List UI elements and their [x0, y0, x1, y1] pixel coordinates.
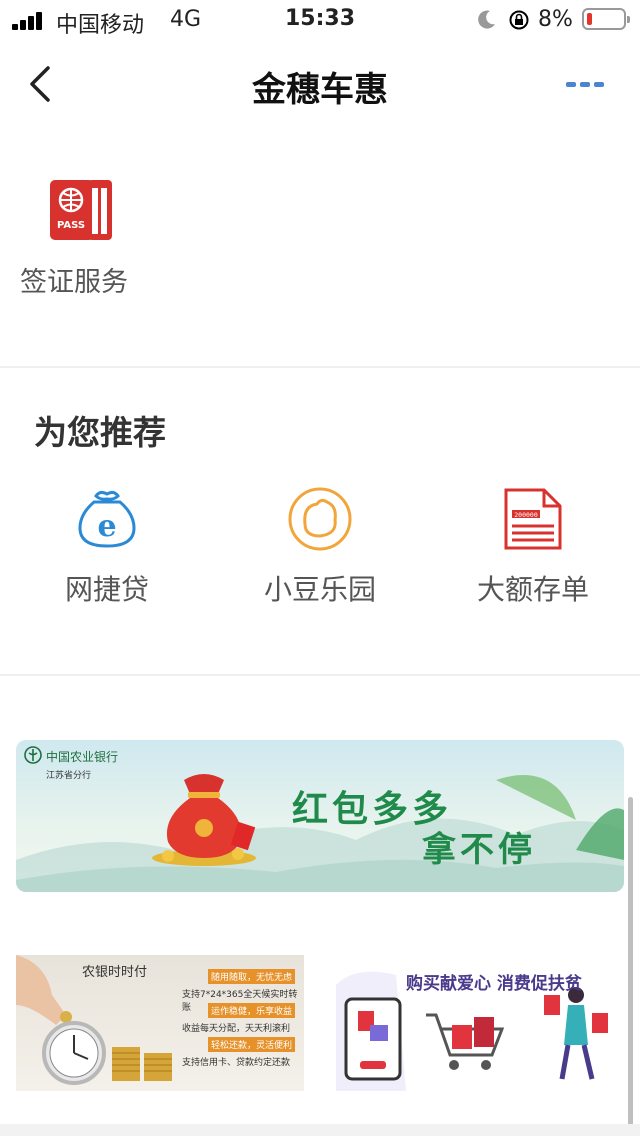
recommend-label: 大额存单 — [476, 573, 589, 606]
battery-percent: 8% — [538, 7, 573, 32]
nav-bar: 金穗车惠 — [0, 42, 640, 126]
banner-line2: 拿不停 — [422, 830, 536, 870]
red-bag-icon — [152, 774, 256, 866]
promo-sub: 收益每天分配，天天利滚利 — [182, 1024, 291, 1034]
visa-service-label: 签证服务 — [20, 267, 128, 298]
svg-text:PASS: PASS — [57, 220, 85, 231]
svg-text:200000: 200000 — [514, 511, 538, 519]
promo-banner-shishifu[interactable]: 农银时时付 随用随取，无忧无虑 支持7*24*365全天候实时转账 运作稳健，乐… — [16, 955, 304, 1091]
bottom-strip — [0, 1124, 640, 1136]
bank-name: 中国农业银行 — [46, 750, 119, 764]
moon-icon — [478, 10, 495, 29]
scrollbar[interactable] — [628, 797, 633, 1127]
bank-branch: 江苏省分行 — [46, 771, 92, 781]
page-title: 金穗车惠 — [252, 70, 388, 110]
bean-circle-icon — [288, 487, 352, 551]
bank-logo-icon — [24, 746, 42, 764]
recommend-label: 小豆乐园 — [263, 573, 376, 606]
recommend-item-deposit[interactable]: 200000 大额存单 — [448, 486, 618, 616]
visa-service-item[interactable]: PASS 签证服务 — [16, 176, 146, 306]
recommend-label: 网捷贷 — [64, 573, 149, 606]
promo-banner-hongbao[interactable]: 中国农业银行 江苏省分行 红包多多 拿不停 — [16, 740, 624, 892]
svg-text:e: e — [97, 509, 116, 544]
rotation-lock-icon — [509, 10, 529, 30]
certificate-icon: 200000 — [504, 488, 562, 550]
more-menu-button[interactable] — [560, 74, 610, 94]
promo-tag: 运作稳健，乐享收益 — [208, 1003, 296, 1018]
visa-pass-icon: PASS — [50, 180, 112, 240]
promo-tag: 随用随取，无忧无虑 — [208, 969, 296, 984]
section-divider — [0, 674, 640, 676]
promo-headline: 购买献爱心 消费促扶贫 — [406, 974, 582, 994]
promo-banner-fupin[interactable]: 购买献爱心 消费促扶贫 — [336, 955, 624, 1091]
recommend-title: 为您推荐 — [34, 413, 166, 452]
promo-brand: 农银时时付 — [82, 965, 148, 980]
section-divider — [0, 366, 640, 368]
e-bag-icon: e — [78, 490, 136, 548]
battery-icon — [582, 8, 630, 30]
recommend-item-wangjiedai[interactable]: e 网捷贷 — [22, 486, 192, 616]
recommend-item-xiaodou[interactable]: 小豆乐园 — [235, 486, 405, 616]
promo-tag: 轻松还款，灵活便利 — [208, 1037, 296, 1052]
promo-sub: 支持信用卡、贷款约定还款 — [182, 1058, 291, 1068]
status-bar: 中国移动 4G 15:33 8% — [0, 0, 640, 40]
